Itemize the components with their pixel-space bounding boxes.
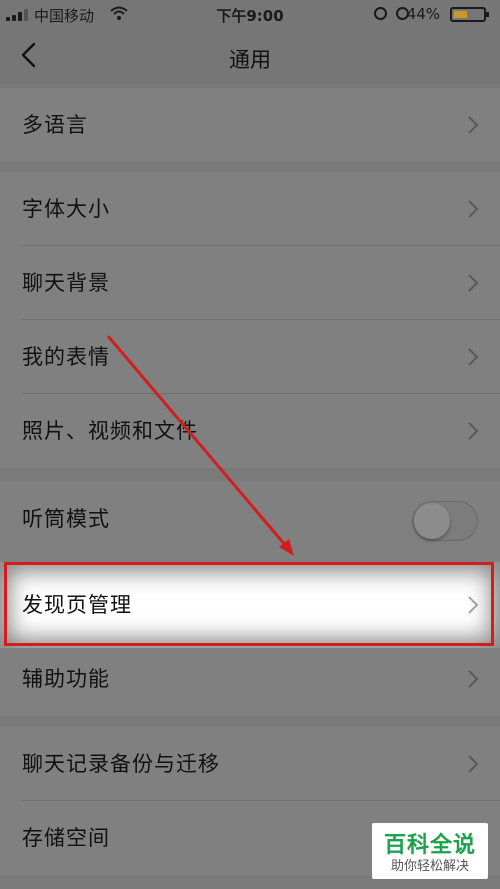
earpiece-mode-toggle[interactable]: [412, 501, 478, 541]
setting-label: 字体大小: [22, 197, 110, 221]
rotation-lock-icon: [374, 7, 387, 20]
setting-label: 照片、视频和文件: [22, 419, 198, 443]
setting-label: 存储空间: [22, 826, 110, 850]
setting-label: 我的表情: [22, 345, 110, 369]
setting-label: 聊天背景: [22, 271, 110, 295]
page-title: 通用: [229, 48, 271, 72]
chevron-right-icon: [468, 116, 478, 134]
setting-photos-videos-files[interactable]: 照片、视频和文件: [0, 394, 500, 468]
chevron-right-icon: [468, 348, 478, 366]
watermark-logo: 百科全说 助你轻松解决: [372, 823, 488, 879]
setting-label: 听筒模式: [22, 507, 110, 531]
chevron-right-icon: [468, 670, 478, 688]
setting-chat-backup-migrate[interactable]: 聊天记录备份与迁移: [0, 727, 500, 801]
setting-label: 辅助功能: [22, 667, 110, 691]
chevron-right-icon: [468, 200, 478, 218]
toggle-knob: [414, 503, 450, 539]
battery-icon: [450, 7, 489, 22]
watermark-sub-text: 助你轻松解决: [390, 859, 469, 874]
setting-my-stickers[interactable]: 我的表情: [0, 320, 500, 394]
highlight-annotation-box: [4, 562, 494, 646]
setting-label: 聊天记录备份与迁移: [22, 752, 220, 776]
setting-font-size[interactable]: 字体大小: [0, 172, 500, 246]
chevron-right-icon: [468, 422, 478, 440]
setting-language[interactable]: 多语言: [0, 88, 500, 162]
battery-percentage: 44%: [406, 5, 440, 23]
chevron-right-icon: [468, 274, 478, 292]
chevron-right-icon: [468, 755, 478, 773]
setting-earpiece-mode: 听筒模式: [0, 481, 500, 562]
setting-label: 多语言: [22, 113, 88, 137]
nav-bar: 通用: [0, 28, 500, 84]
setting-chat-background[interactable]: 聊天背景: [0, 246, 500, 320]
status-bar: 中国移动 下午9:00 44%: [0, 0, 500, 28]
setting-accessibility[interactable]: 辅助功能: [0, 648, 500, 716]
